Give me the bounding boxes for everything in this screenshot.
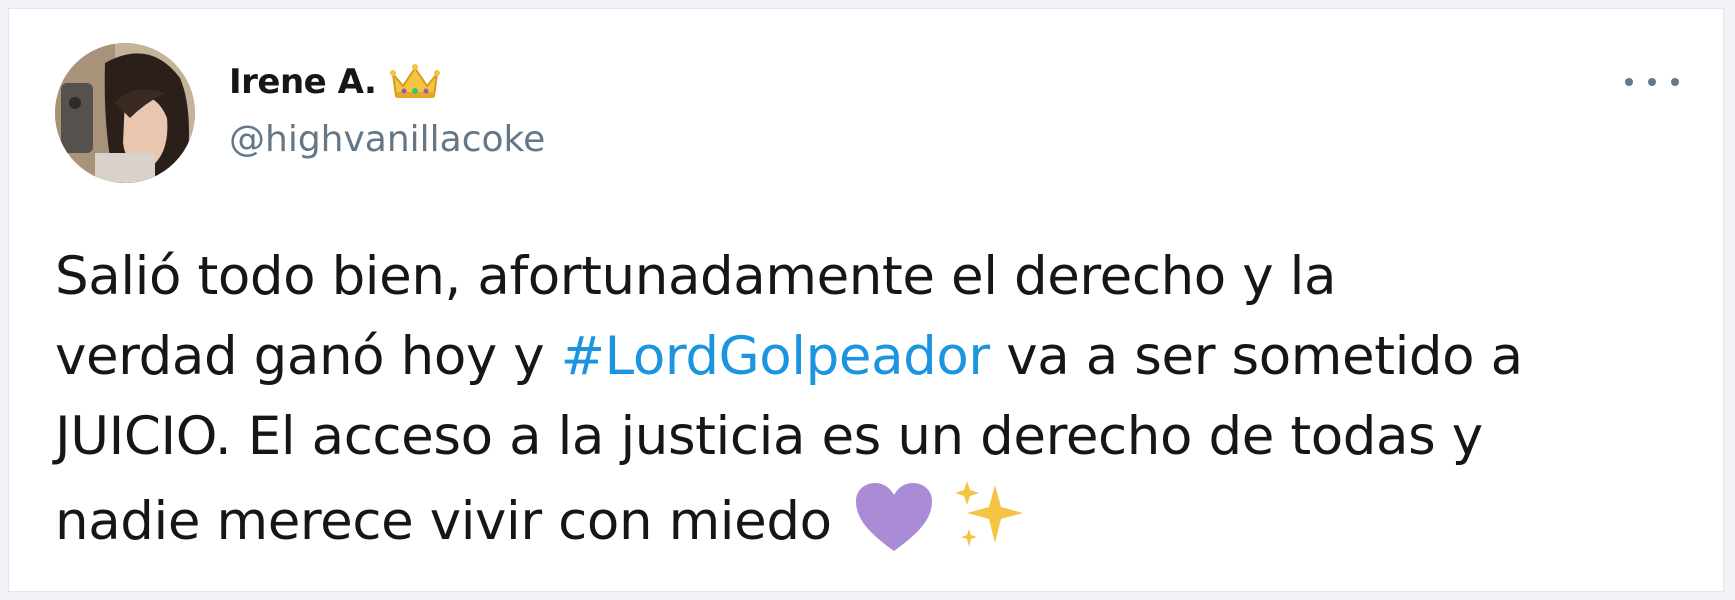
crown-icon <box>390 62 441 102</box>
tweet-line: verdad ganó hoy y #LordGolpeador va a se… <box>55 317 1695 397</box>
tweet-line: nadie merece vivir con miedo <box>55 477 1695 576</box>
tweet-text-segment: verdad ganó hoy y <box>55 326 561 387</box>
tweet-card: Irene A. @highvanillacoke Salió todo bie… <box>8 8 1724 592</box>
ellipsis-dot-icon <box>1625 78 1633 86</box>
hashtag-link[interactable]: #LordGolpeador <box>561 326 991 387</box>
tweet-text-segment: nadie merece vivir con miedo <box>55 491 832 552</box>
tweet-line: JUICIO. El acceso a la justicia es un de… <box>55 397 1695 477</box>
sparkles-icon <box>951 477 1027 576</box>
user-handle[interactable]: @highvanillacoke <box>229 119 545 160</box>
display-name[interactable]: Irene A. <box>229 62 377 102</box>
more-options-button[interactable] <box>1625 67 1679 97</box>
tweet-text-segment: Salió todo bien, afortunadamente el dere… <box>55 246 1337 307</box>
display-name-row: Irene A. <box>229 57 545 107</box>
tweet-text-segment: va a ser sometido a <box>989 326 1523 387</box>
purple-heart-icon <box>854 481 934 576</box>
tweet-line: Salió todo bien, afortunadamente el dere… <box>55 237 1695 317</box>
tweet-text: Salió todo bien, afortunadamente el dere… <box>55 237 1695 576</box>
user-info: Irene A. @highvanillacoke <box>229 57 545 160</box>
ellipsis-dot-icon <box>1671 78 1679 86</box>
tweet-text-segment: JUICIO. El acceso a la justicia es un de… <box>55 406 1483 467</box>
ellipsis-dot-icon <box>1648 78 1656 86</box>
avatar[interactable] <box>55 43 195 183</box>
